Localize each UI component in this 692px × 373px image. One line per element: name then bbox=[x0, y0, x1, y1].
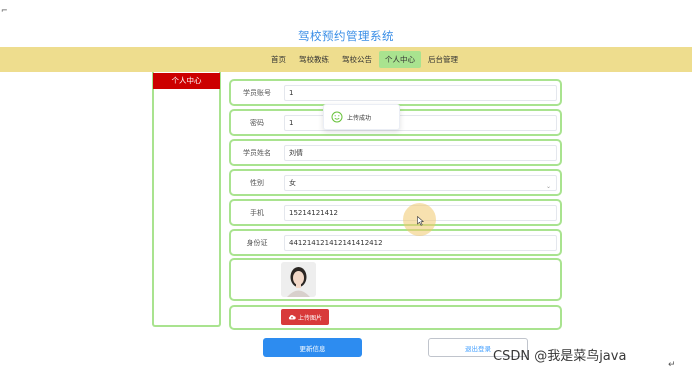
chevron-down-icon: ⌄ bbox=[545, 183, 551, 190]
cloud-upload-icon bbox=[288, 314, 296, 320]
idcard-row: 身份证 441214121412141412412 bbox=[229, 229, 562, 256]
nav-list: 首页 驾校教练 驾校公告 个人中心 后台管理 bbox=[265, 51, 465, 68]
toast-text: 上传成功 bbox=[347, 114, 372, 122]
page-title: 驾校预约管理系统 bbox=[298, 29, 394, 43]
nav-item-coaches[interactable]: 驾校教练 bbox=[293, 51, 335, 68]
name-label: 学员姓名 bbox=[243, 148, 271, 157]
upload-image-label: 上传图片 bbox=[297, 314, 322, 322]
account-input[interactable]: 1 bbox=[284, 85, 557, 101]
corner-mark: ⌐ bbox=[1, 6, 8, 15]
portrait-image bbox=[281, 262, 316, 297]
upload-row bbox=[229, 305, 562, 330]
mouse-cursor-icon bbox=[417, 216, 424, 226]
name-input[interactable]: 刘倩 bbox=[284, 145, 557, 161]
phone-row: 手机 15214121412 bbox=[229, 199, 562, 226]
smile-check-icon bbox=[331, 111, 343, 123]
nav-item-home[interactable]: 首页 bbox=[265, 51, 292, 68]
photo-row bbox=[229, 258, 562, 301]
gender-row: 性别 女 ⌄ bbox=[229, 169, 562, 196]
account-row: 学员账号 1 bbox=[229, 79, 562, 106]
upload-image-button[interactable]: 上传图片 bbox=[281, 309, 329, 325]
success-toast: 上传成功 bbox=[323, 104, 400, 130]
gender-label: 性别 bbox=[250, 178, 264, 187]
nav-item-admin[interactable]: 后台管理 bbox=[422, 51, 464, 68]
sidebar-title[interactable]: 个人中心 bbox=[153, 73, 220, 89]
return-icon: ↵ bbox=[668, 360, 676, 370]
gender-value: 女 bbox=[289, 179, 296, 187]
idcard-label: 身份证 bbox=[246, 238, 268, 247]
update-info-button[interactable]: 更新信息 bbox=[263, 338, 362, 357]
account-label: 学员账号 bbox=[243, 88, 271, 97]
nav-item-personal-center[interactable]: 个人中心 bbox=[379, 51, 421, 68]
navbar: 首页 驾校教练 驾校公告 个人中心 后台管理 bbox=[0, 47, 692, 72]
avatar-photo bbox=[281, 262, 316, 297]
password-label: 密码 bbox=[250, 118, 264, 127]
gender-select[interactable]: 女 ⌄ bbox=[284, 175, 557, 191]
sidebar-panel bbox=[152, 72, 221, 327]
nav-item-notices[interactable]: 驾校公告 bbox=[336, 51, 378, 68]
idcard-input[interactable]: 441214121412141412412 bbox=[284, 235, 557, 251]
phone-label: 手机 bbox=[250, 208, 264, 217]
name-row: 学员姓名 刘倩 bbox=[229, 139, 562, 166]
watermark: CSDN @我是菜鸟java bbox=[493, 349, 627, 364]
